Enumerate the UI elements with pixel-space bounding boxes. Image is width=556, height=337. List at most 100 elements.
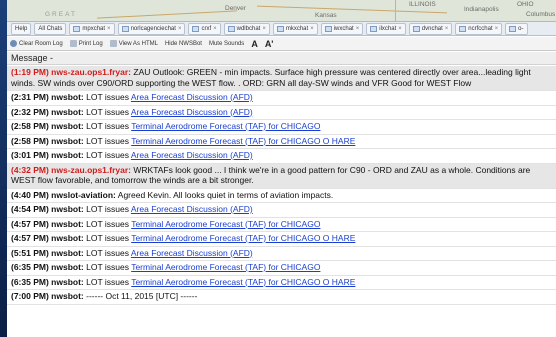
product-link[interactable]: Area Forecast Discussion (AFD) xyxy=(131,150,253,160)
map-road xyxy=(97,10,237,19)
tab-6[interactable]: mkxchat × xyxy=(272,22,318,35)
chat-room-icon xyxy=(276,25,284,32)
tab-label: crxf xyxy=(201,25,212,32)
message-text: LOT issues xyxy=(86,150,129,160)
hide-nwsbot-button[interactable]: Hide NWSBot xyxy=(165,41,202,47)
product-link[interactable]: Terminal Aerodrome Forecast (TAF) for CH… xyxy=(131,121,320,131)
chat-room-icon xyxy=(459,25,467,32)
tab-5[interactable]: wdlbchat × xyxy=(223,22,270,35)
chat-message-row: (4:40 PM) nwslot-aviation: Agreed Kevin.… xyxy=(7,189,556,203)
print-log-button[interactable]: Print Log xyxy=(69,40,103,47)
chat-message-row: (7:00 PM) nwsbot: ------ Oct 11, 2015 [U… xyxy=(7,290,556,305)
tab-4[interactable]: crxf × xyxy=(188,22,221,35)
close-tab-icon[interactable]: × xyxy=(495,24,499,34)
message-author: nwsbot: xyxy=(51,276,84,287)
printer-icon xyxy=(69,40,77,47)
message-author: nwsbot: xyxy=(51,135,84,146)
product-link[interactable]: Area Forecast Discussion (AFD) xyxy=(131,204,253,214)
product-link[interactable]: Area Forecast Discussion (AFD) xyxy=(131,107,253,117)
product-link[interactable]: Terminal Aerodrome Forecast (TAF) for CH… xyxy=(131,277,355,287)
map-label: GREAT xyxy=(45,11,77,18)
font-smaller-button[interactable]: A xyxy=(251,39,258,49)
message-text: LOT issues xyxy=(86,276,129,287)
message-author: nwsbot: xyxy=(51,92,84,102)
message-time: (2:32 PM) xyxy=(11,106,49,117)
close-tab-icon[interactable]: × xyxy=(445,24,449,34)
message-author: nwsbot: xyxy=(51,291,84,301)
chat-tabs-bar: Help All Chats mpxchat × norlcagenciechat × cr… xyxy=(7,22,556,36)
close-tab-icon[interactable]: × xyxy=(398,24,402,34)
mute-sounds-button[interactable]: Mute Sounds xyxy=(209,41,244,47)
tab-10[interactable]: ncrfcchat × xyxy=(455,22,503,35)
close-tab-icon[interactable]: × xyxy=(178,24,182,34)
font-larger-button[interactable]: A' xyxy=(265,39,274,49)
message-time: (2:31 PM) xyxy=(11,92,49,102)
product-link[interactable]: Terminal Aerodrome Forecast (TAF) for CH… xyxy=(131,219,320,229)
tab-9[interactable]: dvnchat × xyxy=(408,22,453,35)
message-author: nwsbot: xyxy=(51,247,84,258)
chat-message-row: (6:35 PM) nwsbot: LOT issues Terminal Ae… xyxy=(7,276,556,290)
product-link[interactable]: Area Forecast Discussion (AFD) xyxy=(131,248,253,258)
product-link[interactable]: Terminal Aerodrome Forecast (TAF) for CH… xyxy=(131,233,355,243)
tab-2[interactable]: mpxchat × xyxy=(69,22,115,35)
tab-11[interactable]: o- xyxy=(505,22,528,35)
product-link[interactable]: Area Forecast Discussion (AFD) xyxy=(131,92,253,102)
message-author: nwsbot: xyxy=(51,262,84,272)
tab-7[interactable]: iwxchat × xyxy=(320,22,364,35)
map-label: Kansas xyxy=(315,12,337,19)
message-header: Message - xyxy=(7,52,556,65)
chat-log[interactable]: (1:19 PM) nws-zau.ops1.fryar: ZAU Outloo… xyxy=(7,66,556,337)
tab-label: dvnchat xyxy=(421,25,443,32)
tab-0[interactable]: Help xyxy=(11,22,32,35)
close-tab-icon[interactable]: × xyxy=(107,24,111,34)
message-text: LOT issues xyxy=(86,204,129,214)
message-text: LOT issues xyxy=(86,106,129,117)
close-tab-icon[interactable]: × xyxy=(310,24,314,34)
message-time: (2:58 PM) xyxy=(11,135,49,146)
product-link[interactable]: Terminal Aerodrome Forecast (TAF) for CH… xyxy=(131,136,355,146)
tab-label: norlcagenciechat xyxy=(130,25,176,32)
chat-message-row: (2:31 PM) nwsbot: LOT issues Area Foreca… xyxy=(7,91,556,106)
chat-room-icon xyxy=(227,25,235,32)
tab-8[interactable]: ilxchat × xyxy=(366,22,406,35)
message-time: (2:58 PM) xyxy=(11,121,49,131)
message-time: (4:40 PM) xyxy=(11,189,49,200)
map-label: Columbus xyxy=(526,11,556,18)
close-tab-icon[interactable]: × xyxy=(213,24,217,34)
document-icon xyxy=(109,40,117,47)
chat-room-icon xyxy=(412,25,420,32)
message-author: nwsbot: xyxy=(51,121,84,131)
message-time: (4:57 PM) xyxy=(11,218,49,229)
message-text: LOT issues xyxy=(86,92,129,102)
chat-message-row: (4:57 PM) nwsbot: LOT issues Terminal Ae… xyxy=(7,218,556,232)
message-time: (6:35 PM) xyxy=(11,262,49,272)
view-html-button[interactable]: View As HTML xyxy=(109,40,158,47)
map-label: Denver xyxy=(225,5,246,12)
chat-room-icon xyxy=(324,25,332,32)
chat-message-row: (2:58 PM) nwsbot: LOT issues Terminal Ae… xyxy=(7,120,556,135)
clear-log-button[interactable]: Clear Room Log xyxy=(10,40,63,47)
message-author: nws-zau.ops1.fryar: xyxy=(51,67,131,77)
message-text: LOT issues xyxy=(86,135,129,146)
mute-sounds-label: Mute Sounds xyxy=(208,40,245,47)
tab-1[interactable]: All Chats xyxy=(34,22,67,35)
message-author: nwsbot: xyxy=(51,204,84,214)
chat-room-icon xyxy=(192,25,200,32)
close-tab-icon[interactable]: × xyxy=(262,24,266,34)
tab-label: o- xyxy=(518,25,524,32)
clear-log-label: Clear Room Log xyxy=(19,40,63,47)
tab-3[interactable]: norlcagenciechat × xyxy=(117,22,186,35)
tab-label: mpxchat xyxy=(82,25,106,32)
chat-room-icon xyxy=(370,25,378,32)
tab-label: iwxchat xyxy=(333,25,354,32)
chat-app-window: GREAT Denver Kansas ILLINOIS Indianapoli… xyxy=(7,0,556,337)
chat-message-row: (4:54 PM) nwsbot: LOT issues Area Foreca… xyxy=(7,203,556,218)
message-text: Agreed Kevin. All looks quiet in terms o… xyxy=(117,189,334,200)
product-link[interactable]: Terminal Aerodrome Forecast (TAF) for CH… xyxy=(131,262,320,272)
map-label: OHIO xyxy=(517,1,534,8)
chat-message-row: (1:19 PM) nws-zau.ops1.fryar: ZAU Outloo… xyxy=(7,66,556,91)
clear-icon xyxy=(10,40,17,47)
chat-message-row: (2:58 PM) nwsbot: LOT issues Terminal Ae… xyxy=(7,135,556,149)
message-text: LOT issues xyxy=(86,121,129,131)
close-tab-icon[interactable]: × xyxy=(356,24,360,34)
